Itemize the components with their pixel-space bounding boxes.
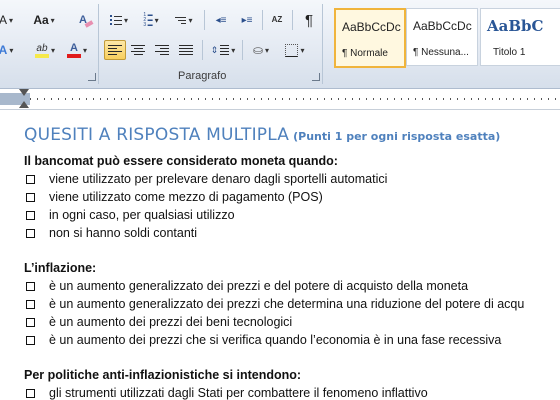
shading-button[interactable]: ⛀ <box>246 40 276 60</box>
bullets-icon <box>109 15 122 25</box>
paint-bucket-icon: ⛀ <box>252 43 264 57</box>
document-page[interactable]: QUESITI A RISPOSTA MULTIPLA (Punti 1 per … <box>0 112 560 400</box>
font-color-icon: A <box>66 42 81 58</box>
checkbox-icon[interactable] <box>26 317 35 327</box>
answer-option: è un aumento generalizzato dei prezzi ch… <box>26 297 524 311</box>
sort-icon: AZ <box>271 15 283 24</box>
separator <box>242 40 243 60</box>
style-nessuna-spaziatura[interactable]: AaBbCcDc ¶ Nessuna... <box>406 8 478 66</box>
style-normale[interactable]: AaBbCcDc ¶ Normale <box>334 8 406 68</box>
paragraph-dialog-launcher[interactable] <box>312 73 320 81</box>
answer-option: è un aumento dei prezzi che si verifica … <box>26 333 501 347</box>
clear-formatting-icon: A <box>79 14 94 28</box>
checkbox-icon[interactable] <box>26 299 35 309</box>
borders-button[interactable] <box>280 40 310 60</box>
change-case-icon: Aa <box>33 13 49 27</box>
justify-button[interactable] <box>176 40 196 60</box>
justify-icon <box>179 44 193 56</box>
line-spacing-icon: ⇕ <box>211 44 230 56</box>
style-sample: AaBbC <box>487 17 544 35</box>
title-text: QUESITI A RISPOSTA MULTIPLA <box>24 125 290 145</box>
align-center-icon <box>131 44 145 56</box>
sort-button[interactable]: AZ <box>266 10 288 30</box>
subtitle-text: (Punti 1 per ogni risposta esatta) <box>293 130 501 143</box>
group-separator <box>98 4 99 84</box>
numbering-icon: 1 ▬ 2 ▬ 3 ▬ <box>143 12 153 28</box>
line-spacing-button[interactable]: ⇕ <box>208 40 238 60</box>
style-sample: AaBbCcDc <box>413 19 472 33</box>
highlighter-icon: ab <box>34 43 49 58</box>
change-case-button[interactable]: Aa <box>30 10 58 30</box>
bullets-button[interactable] <box>106 10 132 30</box>
paragraph-group-label: Paragrafo <box>178 70 227 82</box>
checkbox-icon[interactable] <box>26 335 35 345</box>
answer-option: è un aumento dei prezzi dei beni tecnolo… <box>26 315 292 329</box>
decrease-indent-icon: ◂≡ <box>215 14 227 26</box>
document-title: QUESITI A RISPOSTA MULTIPLA (Punti 1 per … <box>24 125 500 145</box>
borders-icon <box>285 43 299 57</box>
multilevel-list-button[interactable] <box>170 10 198 30</box>
ribbon: A Aa A A ab A 1 ▬2 ▬3 ▬ <box>0 0 560 89</box>
question-2: L’inflazione: <box>24 261 97 275</box>
answer-option: gli strumenti utilizzati dagli Stati per… <box>26 386 428 400</box>
decrease-indent-button[interactable]: ◂≡ <box>210 10 232 30</box>
multilevel-list-icon <box>175 16 187 24</box>
font-dialog-launcher[interactable] <box>88 73 96 81</box>
group-separator <box>322 4 323 84</box>
align-left-button[interactable] <box>104 40 126 60</box>
text-effects-button[interactable]: A <box>0 40 16 60</box>
numbering-button[interactable]: 1 ▬ 2 ▬ 3 ▬ <box>138 10 164 30</box>
separator <box>202 40 203 60</box>
checkbox-icon[interactable] <box>26 228 35 238</box>
separator <box>262 10 263 30</box>
align-left-icon <box>108 44 122 56</box>
show-formatting-marks-button[interactable]: ¶ <box>298 10 320 30</box>
answer-option: non si hanno soldi contanti <box>26 226 197 240</box>
font-color-button[interactable]: A <box>64 40 90 60</box>
style-titolo-1[interactable]: AaBbC Titolo 1 <box>480 8 560 66</box>
style-name: ¶ Nessuna... <box>413 47 469 58</box>
answer-option: in ogni caso, per qualsiasi utilizzo <box>26 208 235 222</box>
highlight-color-button[interactable]: ab <box>30 40 60 60</box>
answer-option: viene utilizzato come mezzo di pagamento… <box>26 190 323 204</box>
align-center-button[interactable] <box>128 40 148 60</box>
checkbox-icon[interactable] <box>26 210 35 220</box>
align-right-icon <box>155 44 169 56</box>
horizontal-ruler[interactable] <box>0 89 560 110</box>
question-3: Per politiche anti-inflazionistiche si i… <box>24 368 302 382</box>
separator <box>204 10 205 30</box>
checkbox-icon[interactable] <box>26 388 35 398</box>
font-size-dropdown[interactable]: A <box>0 10 16 30</box>
align-right-button[interactable] <box>152 40 172 60</box>
question-1: Il bancomat può essere considerato monet… <box>24 154 338 168</box>
checkbox-icon[interactable] <box>26 192 35 202</box>
clear-formatting-button[interactable]: A <box>72 10 94 30</box>
grow-font-icon: A <box>0 13 7 27</box>
style-name: Titolo 1 <box>493 47 526 58</box>
answer-option: viene utilizzato per prelevare denaro da… <box>26 172 387 186</box>
pilcrow-icon: ¶ <box>304 11 314 29</box>
checkbox-icon[interactable] <box>26 174 35 184</box>
answer-option: è un aumento generalizzato dei prezzi e … <box>26 279 468 293</box>
text-effects-icon: A <box>0 43 8 57</box>
checkbox-icon[interactable] <box>26 281 35 291</box>
ruler-ticks <box>30 98 560 100</box>
increase-indent-icon: ▸≡ <box>241 14 253 26</box>
hanging-indent-marker[interactable] <box>19 101 29 108</box>
separator <box>292 10 293 30</box>
style-name: ¶ Normale <box>342 48 388 59</box>
first-line-indent-marker[interactable] <box>19 89 29 96</box>
increase-indent-button[interactable]: ▸≡ <box>236 10 258 30</box>
style-sample: AaBbCcDc <box>342 20 401 34</box>
